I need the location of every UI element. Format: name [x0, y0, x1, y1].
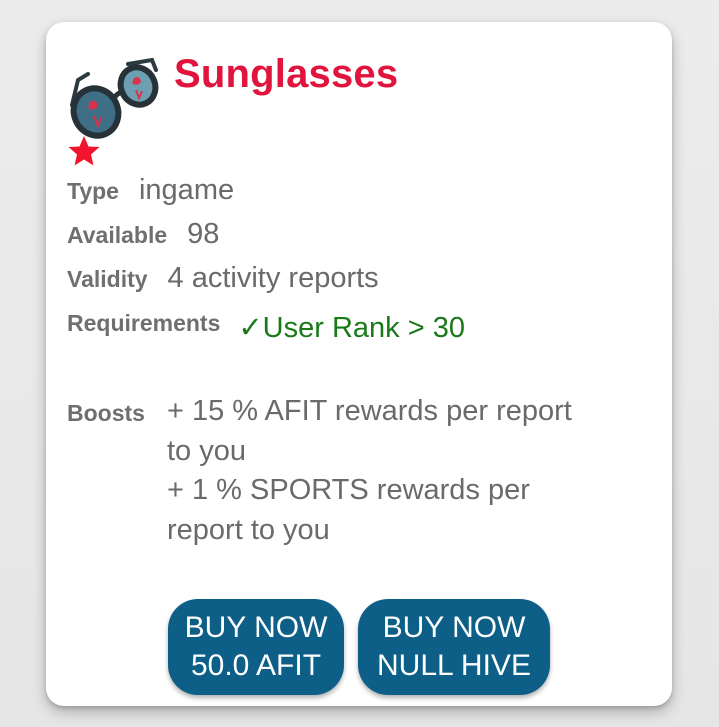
buy-now-afit-label: BUY NOW: [184, 611, 328, 644]
buy-now-hive-label: BUY NOW: [382, 611, 526, 644]
product-title: Sunglasses: [174, 52, 399, 96]
boost-line: to you: [167, 434, 246, 467]
buy-now-afit-price: 50.0 AFIT: [190, 649, 322, 682]
star-icon: [68, 136, 100, 166]
boost-line: report to you: [167, 513, 330, 546]
boosts-label: Boosts: [67, 400, 145, 426]
requirements-label: Requirements: [67, 310, 221, 336]
buy-now-hive-price: NULL HIVE: [377, 649, 531, 682]
available-row: Available 98: [67, 218, 219, 251]
type-row: Type ingame: [67, 174, 234, 207]
validity-label: Validity: [67, 266, 148, 292]
available-label: Available: [67, 222, 168, 248]
requirements-row: Requirements ✓User Rank > 30: [67, 304, 465, 344]
available-value: 98: [187, 218, 220, 250]
validity-row: Validity 4 activity reports: [67, 262, 379, 295]
validity-value: 4 activity reports: [167, 262, 379, 294]
boost-line: + 15 % AFIT rewards per report: [167, 395, 572, 427]
product-card: Sunglasses Type ingame Available 98 Vali…: [46, 22, 672, 706]
boosts-list: + 15 % AFIT rewards per report to you + …: [167, 392, 647, 550]
buy-now-hive-button[interactable]: BUY NOW NULL HIVE: [358, 599, 550, 695]
boost-line: + 1 % SPORTS rewards per: [167, 474, 530, 506]
sunglasses-icon: [70, 57, 159, 139]
requirements-value: ✓User Rank > 30: [238, 312, 465, 344]
type-label: Type: [67, 178, 119, 204]
type-value: ingame: [138, 174, 235, 206]
buy-now-afit-button[interactable]: BUY NOW 50.0 AFIT: [168, 599, 344, 695]
